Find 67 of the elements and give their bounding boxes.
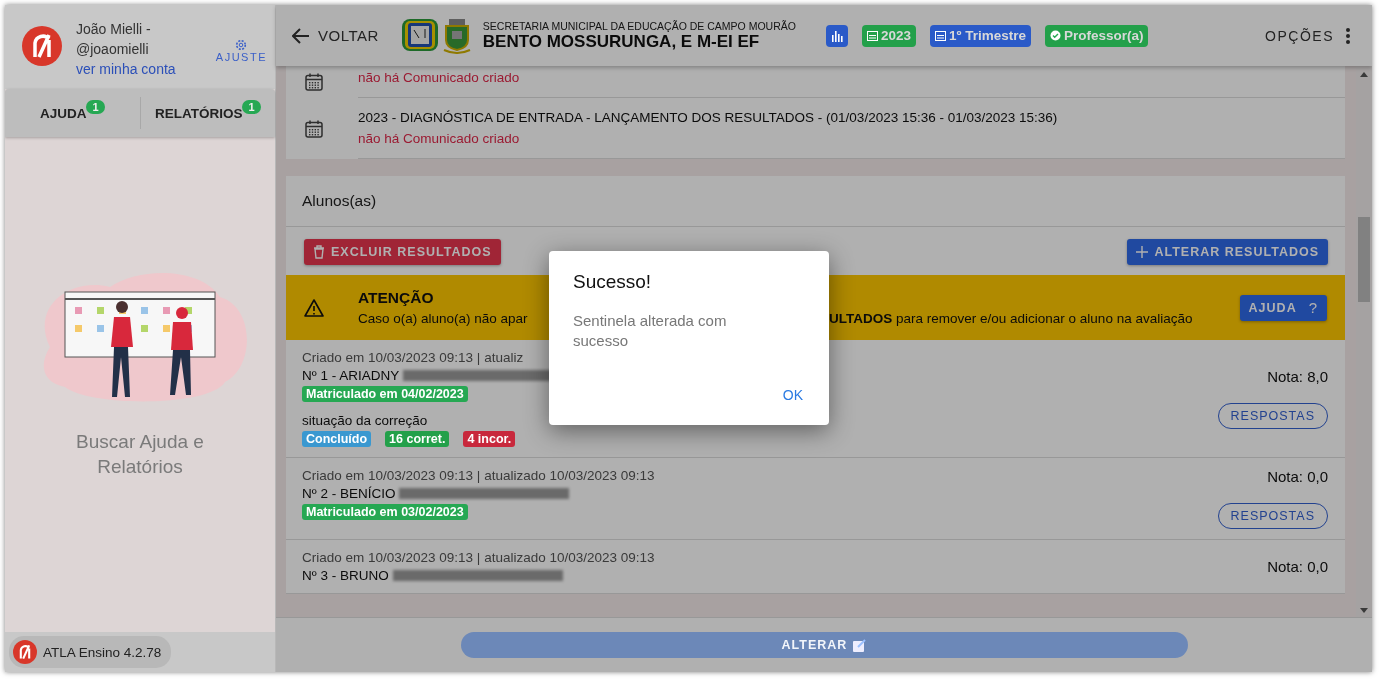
account-link[interactable]: ver minha conta xyxy=(76,59,202,79)
coat-of-arms-drawing xyxy=(442,17,471,54)
help-button[interactable]: AJUDA ? xyxy=(1239,294,1327,321)
ok-button[interactable]: OK xyxy=(778,383,807,407)
record-timestamp: Criado em 10/03/2023 09:13 | atualizado 10/03/2023 09:13 xyxy=(302,468,655,483)
sidebar-tab[interactable]: AJUDA 1 xyxy=(5,89,140,137)
student-name: Nº 1 - ARIADNY xyxy=(302,368,400,383)
grade-text: Nota: 0,0 xyxy=(1267,558,1328,575)
info-chip: 2023 xyxy=(861,24,916,47)
warning-icon xyxy=(304,298,324,317)
app-logo-icon xyxy=(13,640,37,664)
calendar-icon xyxy=(304,72,324,92)
calendar-icon xyxy=(866,30,878,41)
answers-button[interactable]: RESPOSTAS xyxy=(1217,503,1328,529)
user-name: João Mielli - xyxy=(76,20,152,39)
edit-icon xyxy=(853,638,867,652)
warning-text: ULTADOS para remover e/ou adicionar o aluno na avaliação xyxy=(829,311,1193,326)
calendar-icon xyxy=(934,30,946,41)
help-text: Buscar Ajuda e Relatórios xyxy=(75,430,205,479)
status-tag: 16 corret. xyxy=(385,431,450,447)
check-circle-icon xyxy=(1049,30,1061,41)
answers-button[interactable]: RESPOSTAS xyxy=(1217,403,1328,429)
scroll-up-icon[interactable] xyxy=(1360,72,1368,77)
grade-text: Nota: 8,0 xyxy=(1267,368,1328,385)
change-results-button[interactable]: ALTERAR RESULTADOS xyxy=(1127,239,1328,265)
bar-chart-icon xyxy=(830,29,843,42)
school-name: BENTO MOSSURUNGA, E M-EI EF xyxy=(482,31,761,52)
emblem-drawing xyxy=(400,17,439,52)
plus-icon xyxy=(1136,246,1149,258)
dialog-message: Sentinela alterada com sucesso xyxy=(573,311,728,351)
arrow-left-icon xyxy=(292,27,310,44)
dialog-title: Sucesso! xyxy=(573,271,653,293)
status-tag: Concluído xyxy=(302,431,372,447)
event-title: 2023 - DIAGNÓSTICA DE ENTRADA - LANÇAMENTO DOS RESULTADOS - (01/03/2023 15:36 - 01/03/2023 15:36) xyxy=(358,110,1059,125)
section-title: Alunos(as) xyxy=(286,176,1345,227)
options-button[interactable]: OPÇÕES xyxy=(1259,26,1356,45)
version-chip: ATLA Ensino 4.2.78 xyxy=(9,636,172,668)
settings-icon xyxy=(235,39,248,51)
settings-button[interactable]: AJUSTE xyxy=(215,39,267,63)
calendar-icon xyxy=(304,118,324,139)
scroll-down-icon[interactable] xyxy=(1360,608,1368,613)
more-vertical-icon xyxy=(1346,27,1350,44)
record-timestamp: Criado em 10/03/2023 09:13 | atualiz xyxy=(302,350,525,365)
student-name: Nº 3 - BRUNO xyxy=(302,568,389,583)
enrollment-tag: Matriculado em 03/02/2023 xyxy=(302,504,468,520)
warning-title: ATENÇÃO xyxy=(358,289,435,307)
count-badge: 1 xyxy=(86,100,105,114)
app-logo-icon xyxy=(22,26,62,66)
user-handle: @joaomielli xyxy=(76,40,150,59)
correction-label: situação da correção xyxy=(302,413,429,428)
event-status: não há Comunicado criado xyxy=(358,70,521,85)
enrollment-tag: Matriculado em 04/02/2023 xyxy=(302,386,468,402)
trash-icon xyxy=(313,245,325,259)
info-chip: 1º Trimestre xyxy=(929,24,1031,47)
student-name: Nº 2 - BENÍCIO xyxy=(302,486,396,501)
event-status: não há Comunicado criado xyxy=(358,131,521,146)
warning-text: Caso o(a) aluno(a) não apar xyxy=(358,311,529,326)
sidebar-tab[interactable]: RELATÓRIOS 1 xyxy=(139,97,275,129)
status-tag: 4 incor. xyxy=(463,431,516,447)
grade-text: Nota: 0,0 xyxy=(1267,468,1328,485)
record-timestamp: Criado em 10/03/2023 09:13 | atualizado 10/03/2023 09:13 xyxy=(302,550,655,565)
info-chip: Professor(a) xyxy=(1044,24,1149,47)
delete-results-button[interactable]: EXCLUIR RESULTADOS xyxy=(304,239,501,265)
back-button[interactable]: VOLTAR xyxy=(292,27,379,44)
scrollbar-thumb[interactable] xyxy=(1358,217,1370,302)
count-badge: 1 xyxy=(242,100,261,114)
department-name: SECRETARIA MUNICIPAL DA EDUCAÇÃO DE CAMPO MOURÃO xyxy=(482,19,796,32)
